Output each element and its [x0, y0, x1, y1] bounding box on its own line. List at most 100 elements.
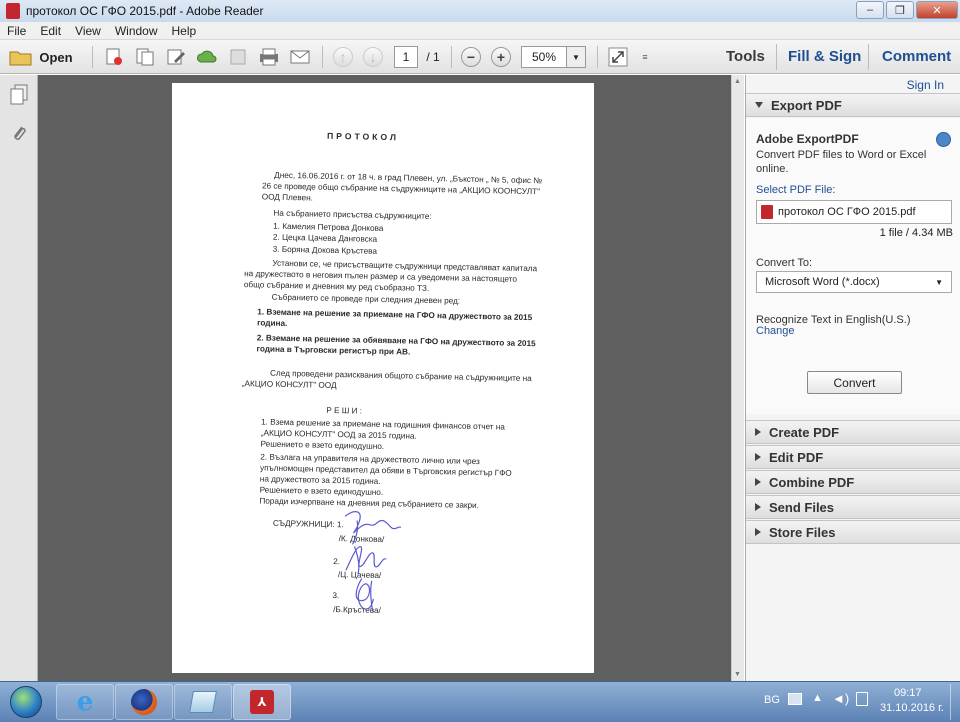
windows-logo-icon — [10, 686, 42, 718]
combine-pdf-header[interactable]: Combine PDF — [746, 470, 960, 494]
change-link[interactable]: Change — [756, 325, 795, 337]
combine-pdf-label: Combine PDF — [769, 474, 855, 490]
taskbar: e ⅄ BG ▲ ◄) 09:17 31.10.2016 г. — [0, 681, 960, 722]
save-button[interactable] — [226, 46, 250, 68]
clock-time[interactable]: 09:17 — [894, 687, 922, 699]
tools-tab[interactable]: Tools — [726, 48, 765, 65]
attachments-panel-button[interactable] — [9, 123, 29, 148]
edit-pdf-header[interactable]: Edit PDF — [746, 445, 960, 469]
triangle-right-icon — [755, 428, 761, 436]
taskbar-adobe-reader[interactable]: ⅄ — [233, 684, 291, 720]
language-indicator[interactable]: BG — [764, 694, 780, 706]
print-button[interactable] — [257, 46, 281, 68]
menu-help[interactable]: Help — [165, 24, 204, 38]
close-button[interactable]: ✕ — [916, 1, 958, 19]
store-files-label: Store Files — [769, 524, 836, 540]
store-files-header[interactable]: Store Files — [746, 520, 960, 544]
next-page-button[interactable]: ↓ — [362, 46, 384, 68]
envelope-icon — [290, 50, 310, 64]
clock-date[interactable]: 31.10.2016 г. — [880, 702, 944, 714]
taskbar-firefox[interactable] — [115, 684, 173, 720]
pages-icon — [10, 84, 28, 105]
export-pdf-header[interactable]: Export PDF — [746, 93, 960, 117]
menu-file[interactable]: File — [0, 24, 33, 38]
tools-panel: Sign In Export PDF Adobe ExportPDF Conve… — [745, 75, 960, 681]
volume-icon[interactable]: ◄) — [832, 691, 849, 706]
selected-file-name: протокол ОС ГФО 2015.pdf — [778, 206, 916, 218]
edit-button[interactable] — [164, 46, 188, 68]
start-button[interactable] — [4, 684, 48, 720]
minimize-button[interactable]: – — [856, 1, 884, 19]
navigation-pane — [0, 75, 38, 681]
convert-button[interactable]: Convert — [807, 371, 902, 394]
taskbar-internet-explorer[interactable]: e — [56, 684, 114, 720]
triangle-right-icon — [755, 453, 761, 461]
convert-to-value: Microsoft Word (*.docx) — [765, 276, 880, 288]
doc-line: година в Търговски регистър при АВ. — [256, 344, 411, 357]
full-screen-button[interactable] — [606, 46, 630, 68]
create-pdf-button[interactable] — [102, 46, 126, 68]
internet-explorer-icon: e — [76, 687, 94, 717]
zoom-dropdown[interactable]: ▼ — [566, 46, 586, 68]
fill-sign-tab[interactable]: Fill & Sign — [788, 48, 861, 65]
email-button[interactable] — [288, 46, 312, 68]
notepad-icon — [189, 691, 217, 713]
convert-to-select[interactable]: Microsoft Word (*.docx) ▼ — [756, 271, 952, 293]
scroll-up-icon[interactable]: ▲ — [734, 78, 741, 85]
pdf-file-icon — [761, 205, 773, 219]
firefox-icon — [131, 689, 157, 715]
zoom-in-button[interactable]: + — [490, 46, 512, 68]
doc-line: На събранието присъства съдружниците: — [273, 208, 432, 221]
zoom-out-button[interactable]: − — [460, 46, 482, 68]
keyboard-icon[interactable] — [788, 693, 802, 705]
menu-window[interactable]: Window — [108, 24, 165, 38]
doc-line: Решението е взето единодушно. — [260, 439, 385, 452]
convert-to-label: Convert To: — [756, 257, 813, 269]
upload-button[interactable] — [195, 46, 219, 68]
toolbar-options-button[interactable]: ≡ — [638, 46, 652, 68]
chevron-down-icon: ▼ — [572, 52, 580, 62]
cloud-upload-icon — [197, 50, 217, 63]
doc-line: Събранието се проведе при следния дневен… — [271, 292, 461, 306]
vertical-scrollbar[interactable]: ▲ ▼ — [731, 75, 744, 681]
title-bar: протокол ОС ГФО 2015.pdf - Adobe Reader … — [0, 0, 960, 22]
window-title: протокол ОС ГФО 2015.pdf - Adobe Reader — [26, 4, 264, 18]
combine-icon — [136, 48, 154, 66]
network-icon[interactable] — [856, 692, 868, 706]
create-pdf-header[interactable]: Create PDF — [746, 420, 960, 444]
show-hidden-icons[interactable]: ▲ — [812, 692, 823, 704]
doc-line: Р Е Ш И : — [326, 405, 363, 416]
triangle-right-icon — [755, 503, 761, 511]
taskbar-notepad[interactable] — [174, 684, 232, 720]
combine-button[interactable] — [133, 46, 157, 68]
scroll-down-icon[interactable]: ▼ — [734, 671, 741, 678]
open-button[interactable]: Open — [6, 46, 76, 68]
create-pdf-icon — [106, 48, 122, 65]
menu-edit[interactable]: Edit — [33, 24, 68, 38]
exportpdf-description-2: online. — [756, 163, 789, 175]
chevron-down-icon: ≡ — [642, 52, 648, 62]
selected-file-field[interactable]: протокол ОС ГФО 2015.pdf — [756, 200, 952, 224]
menu-view[interactable]: View — [68, 24, 108, 38]
doc-line: 3. — [332, 590, 340, 601]
file-size-info: 1 file / 4.34 MB — [879, 227, 953, 239]
page-number-input[interactable]: 1 — [394, 46, 418, 68]
comment-tab[interactable]: Comment — [882, 48, 951, 65]
pages-panel-button[interactable] — [9, 84, 29, 109]
create-pdf-label: Create PDF — [769, 424, 840, 440]
send-files-label: Send Files — [769, 499, 835, 515]
show-desktop-button[interactable] — [950, 684, 960, 720]
restore-button[interactable]: ❐ — [886, 1, 914, 19]
triangle-down-icon — [755, 102, 763, 108]
zoom-input[interactable]: 50% — [521, 46, 567, 68]
page-total: / 1 — [426, 50, 440, 64]
send-files-header[interactable]: Send Files — [746, 495, 960, 519]
previous-page-button[interactable]: ↑ — [332, 46, 354, 68]
info-icon[interactable] — [936, 132, 951, 147]
pencil-icon — [167, 49, 185, 65]
sign-in-link[interactable]: Sign In — [907, 78, 944, 92]
export-pdf-label: Export PDF — [771, 97, 842, 113]
save-icon — [230, 49, 246, 65]
chevron-down-icon: ▼ — [935, 277, 943, 287]
arrow-up-icon: ↑ — [333, 47, 353, 67]
